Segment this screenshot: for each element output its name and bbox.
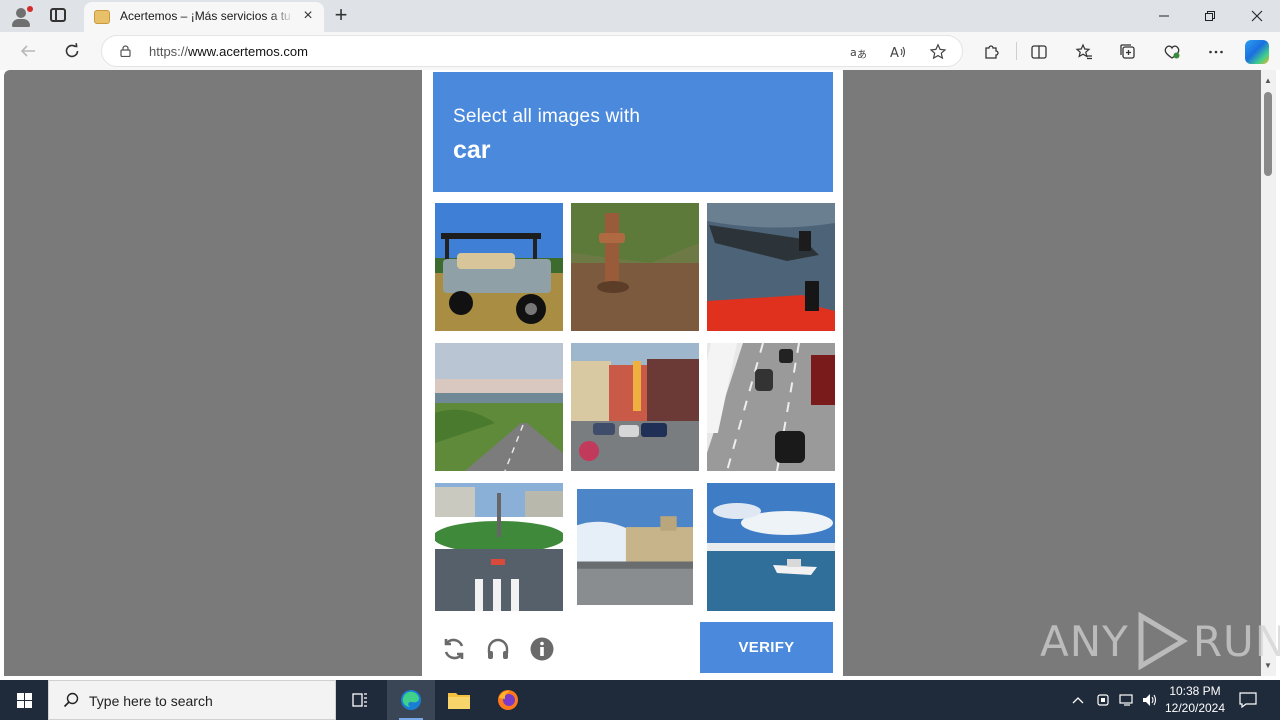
captcha-header: Select all images with car xyxy=(433,72,833,192)
play-logo-icon xyxy=(1138,612,1188,670)
clock-date: 12/20/2024 xyxy=(1164,701,1226,715)
verify-button[interactable]: VERIFY xyxy=(700,622,833,673)
more-options-icon[interactable] xyxy=(1205,41,1227,63)
browser-tab-bar: Acertemos – ¡Más servicios a tu alcance!… xyxy=(0,0,1280,32)
captcha-tile-crosswalk-roundabout[interactable] xyxy=(435,483,563,611)
refresh-icon[interactable] xyxy=(60,39,84,63)
toolbar-divider xyxy=(1016,42,1017,60)
taskbar-file-explorer-icon[interactable] xyxy=(435,680,483,720)
collections-icon[interactable] xyxy=(1117,41,1139,63)
task-view-icon[interactable] xyxy=(336,680,384,720)
favorite-star-icon[interactable] xyxy=(929,43,947,61)
tab-title: Acertemos – ¡Más servicios a tu alcance! xyxy=(120,9,294,23)
taskbar-firefox-icon[interactable] xyxy=(484,680,532,720)
captcha-target-word: car xyxy=(453,136,491,164)
windows-start-icon[interactable] xyxy=(0,680,48,720)
close-window-icon[interactable] xyxy=(1234,0,1280,32)
anyrun-watermark: ANY RUN xyxy=(1040,612,1280,670)
scroll-thumb[interactable] xyxy=(1264,92,1272,176)
clock-time: 10:38 PM xyxy=(1169,684,1221,698)
svg-text:a: a xyxy=(850,46,857,59)
taskbar-search-box[interactable]: Type here to search xyxy=(48,680,336,720)
translate-icon[interactable]: aあ xyxy=(849,43,867,61)
back-arrow-icon[interactable] xyxy=(16,39,40,63)
windows-taskbar: Type here to search 10:38 PM 12/20/2024 xyxy=(0,680,1280,720)
url-text: https://www.acertemos.com xyxy=(149,44,308,59)
show-hidden-icons-chevron-icon[interactable] xyxy=(1068,680,1088,720)
tab-actions-icon[interactable] xyxy=(50,8,66,22)
captcha-instruction: Select all images with xyxy=(453,106,641,127)
captcha-tile-main-street-cars[interactable] xyxy=(571,343,699,471)
network-icon[interactable] xyxy=(1117,680,1137,720)
read-aloud-icon[interactable]: A xyxy=(889,43,907,61)
copilot-icon[interactable] xyxy=(1245,40,1269,64)
split-screen-icon[interactable] xyxy=(1028,41,1050,63)
restore-icon[interactable] xyxy=(1187,0,1233,32)
new-tab-icon[interactable]: + xyxy=(331,4,351,26)
reload-challenge-icon[interactable] xyxy=(441,636,467,662)
svg-text:A: A xyxy=(890,46,899,61)
scroll-up-icon[interactable]: ▲ xyxy=(1264,76,1272,85)
search-placeholder: Type here to search xyxy=(89,693,213,709)
taskbar-clock[interactable]: 10:38 PM 12/20/2024 xyxy=(1160,683,1230,717)
extensions-icon[interactable] xyxy=(980,41,1002,63)
site-favicon-icon xyxy=(94,10,110,24)
lock-icon[interactable] xyxy=(120,45,131,57)
info-icon[interactable] xyxy=(529,636,555,662)
browser-tab-active[interactable]: Acertemos – ¡Más servicios a tu alcance!… xyxy=(84,2,324,32)
notifications-icon[interactable] xyxy=(1236,680,1260,720)
captcha-tile-boats[interactable] xyxy=(707,203,835,331)
volume-icon[interactable] xyxy=(1140,680,1160,720)
svg-text:あ: あ xyxy=(857,49,867,61)
captcha-challenge: Select all images with car VERIFY xyxy=(422,70,843,680)
browser-essentials-icon[interactable] xyxy=(1161,41,1183,63)
taskbar-edge-icon[interactable] xyxy=(387,680,435,720)
address-bar[interactable]: https://www.acertemos.com aあ A xyxy=(101,35,963,67)
captcha-tile-rusty-post[interactable] xyxy=(571,203,699,331)
favorites-icon[interactable] xyxy=(1073,41,1095,63)
profile-icon[interactable] xyxy=(8,4,34,28)
captcha-tile-town-street[interactable] xyxy=(577,489,693,605)
minimize-icon[interactable] xyxy=(1141,0,1187,32)
captcha-tile-sea-boat[interactable] xyxy=(707,483,835,611)
captcha-tile-highway-traffic[interactable] xyxy=(707,343,835,471)
page-scrollbar[interactable]: ▲ ▼ xyxy=(1261,70,1276,676)
captcha-tile-coastal-road[interactable] xyxy=(435,343,563,471)
security-tray-icon[interactable] xyxy=(1094,680,1112,720)
captcha-tile-golf-cart[interactable] xyxy=(435,203,563,331)
close-tab-icon[interactable]: × xyxy=(300,8,316,24)
audio-challenge-icon[interactable] xyxy=(485,636,511,662)
search-icon xyxy=(63,692,79,708)
